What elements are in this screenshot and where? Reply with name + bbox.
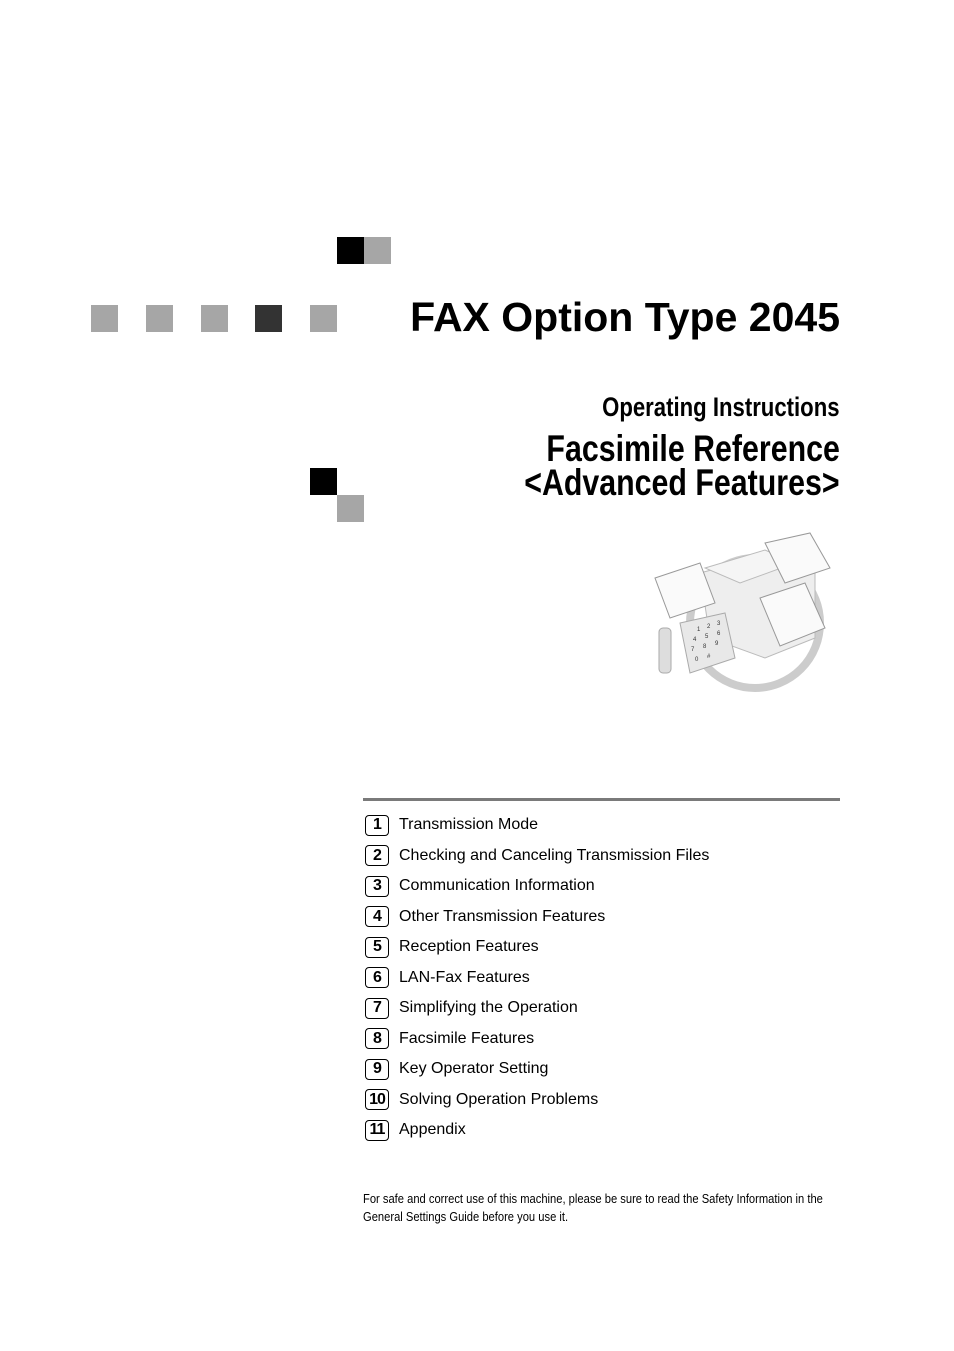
chapter-title: Transmission Mode bbox=[399, 816, 539, 834]
chapter-title: Checking and Canceling Transmission File… bbox=[399, 846, 710, 864]
chapter-number-badge: 2 bbox=[365, 845, 389, 867]
divider bbox=[363, 798, 840, 801]
toc-item[interactable]: 5 Reception Features bbox=[365, 932, 709, 963]
toc-item[interactable]: 7 Simplifying the Operation bbox=[365, 993, 709, 1024]
safety-notice: For safe and correct use of this machine… bbox=[363, 1191, 823, 1224]
toc-item[interactable]: 3 Communication Information bbox=[365, 871, 709, 902]
toc-item[interactable]: 6 LAN-Fax Features bbox=[365, 963, 709, 994]
toc-item[interactable]: 11 Appendix bbox=[365, 1115, 709, 1146]
toc-item[interactable]: 4 Other Transmission Features bbox=[365, 902, 709, 933]
chapter-title: Key Operator Setting bbox=[399, 1060, 549, 1078]
chapter-number-badge: 10 bbox=[365, 1089, 389, 1111]
decor-square bbox=[364, 237, 391, 264]
chapter-number-badge: 9 bbox=[365, 1058, 389, 1080]
chapter-title: Solving Operation Problems bbox=[399, 1090, 599, 1108]
decor-square bbox=[310, 468, 337, 495]
chapter-title: Communication Information bbox=[399, 877, 595, 895]
decor-square bbox=[255, 305, 282, 332]
chapter-number-badge: 7 bbox=[365, 997, 389, 1019]
chapter-title: LAN-Fax Features bbox=[399, 968, 530, 986]
decor-square bbox=[337, 495, 364, 522]
chapter-number-badge: 6 bbox=[365, 967, 389, 989]
decor-square bbox=[201, 305, 228, 332]
fax-machine-illustration: 123 456 789 0 # bbox=[654, 532, 831, 692]
toc-item[interactable]: 2 Checking and Canceling Transmission Fil… bbox=[365, 841, 709, 872]
chapter-number-badge: 1 bbox=[365, 814, 389, 836]
document-subtitle: Operating Instructions bbox=[602, 392, 840, 422]
decor-square bbox=[91, 305, 118, 332]
chapter-number-badge: 4 bbox=[365, 906, 389, 928]
decor-square bbox=[310, 305, 337, 332]
reference-title-line2: <Advanced Features> bbox=[524, 462, 840, 503]
cover-page: FAX Option Type 2045 Operating Instructi… bbox=[0, 0, 954, 1351]
toc-item[interactable]: 1 Transmission Mode bbox=[365, 810, 709, 841]
decor-square bbox=[337, 237, 364, 264]
chapter-title: Appendix bbox=[399, 1121, 466, 1139]
chapter-number-badge: 3 bbox=[365, 875, 389, 897]
chapter-title: Other Transmission Features bbox=[399, 907, 606, 925]
chapter-title: Simplifying the Operation bbox=[399, 999, 578, 1017]
chapter-number-badge: 5 bbox=[365, 936, 389, 958]
chapter-title: Reception Features bbox=[399, 938, 539, 956]
chapter-number-badge: 8 bbox=[365, 1028, 389, 1050]
toc-item[interactable]: 9 Key Operator Setting bbox=[365, 1054, 709, 1085]
chapter-title: Facsimile Features bbox=[399, 1029, 535, 1047]
toc-item[interactable]: 8 Facsimile Features bbox=[365, 1024, 709, 1055]
decor-square bbox=[146, 305, 173, 332]
chapter-number-badge: 11 bbox=[365, 1119, 389, 1141]
document-title: FAX Option Type 2045 bbox=[410, 294, 840, 340]
toc-item[interactable]: 10 Solving Operation Problems bbox=[365, 1085, 709, 1116]
table-of-contents: 1 Transmission Mode 2 Checking and Cancelin… bbox=[365, 810, 709, 1146]
